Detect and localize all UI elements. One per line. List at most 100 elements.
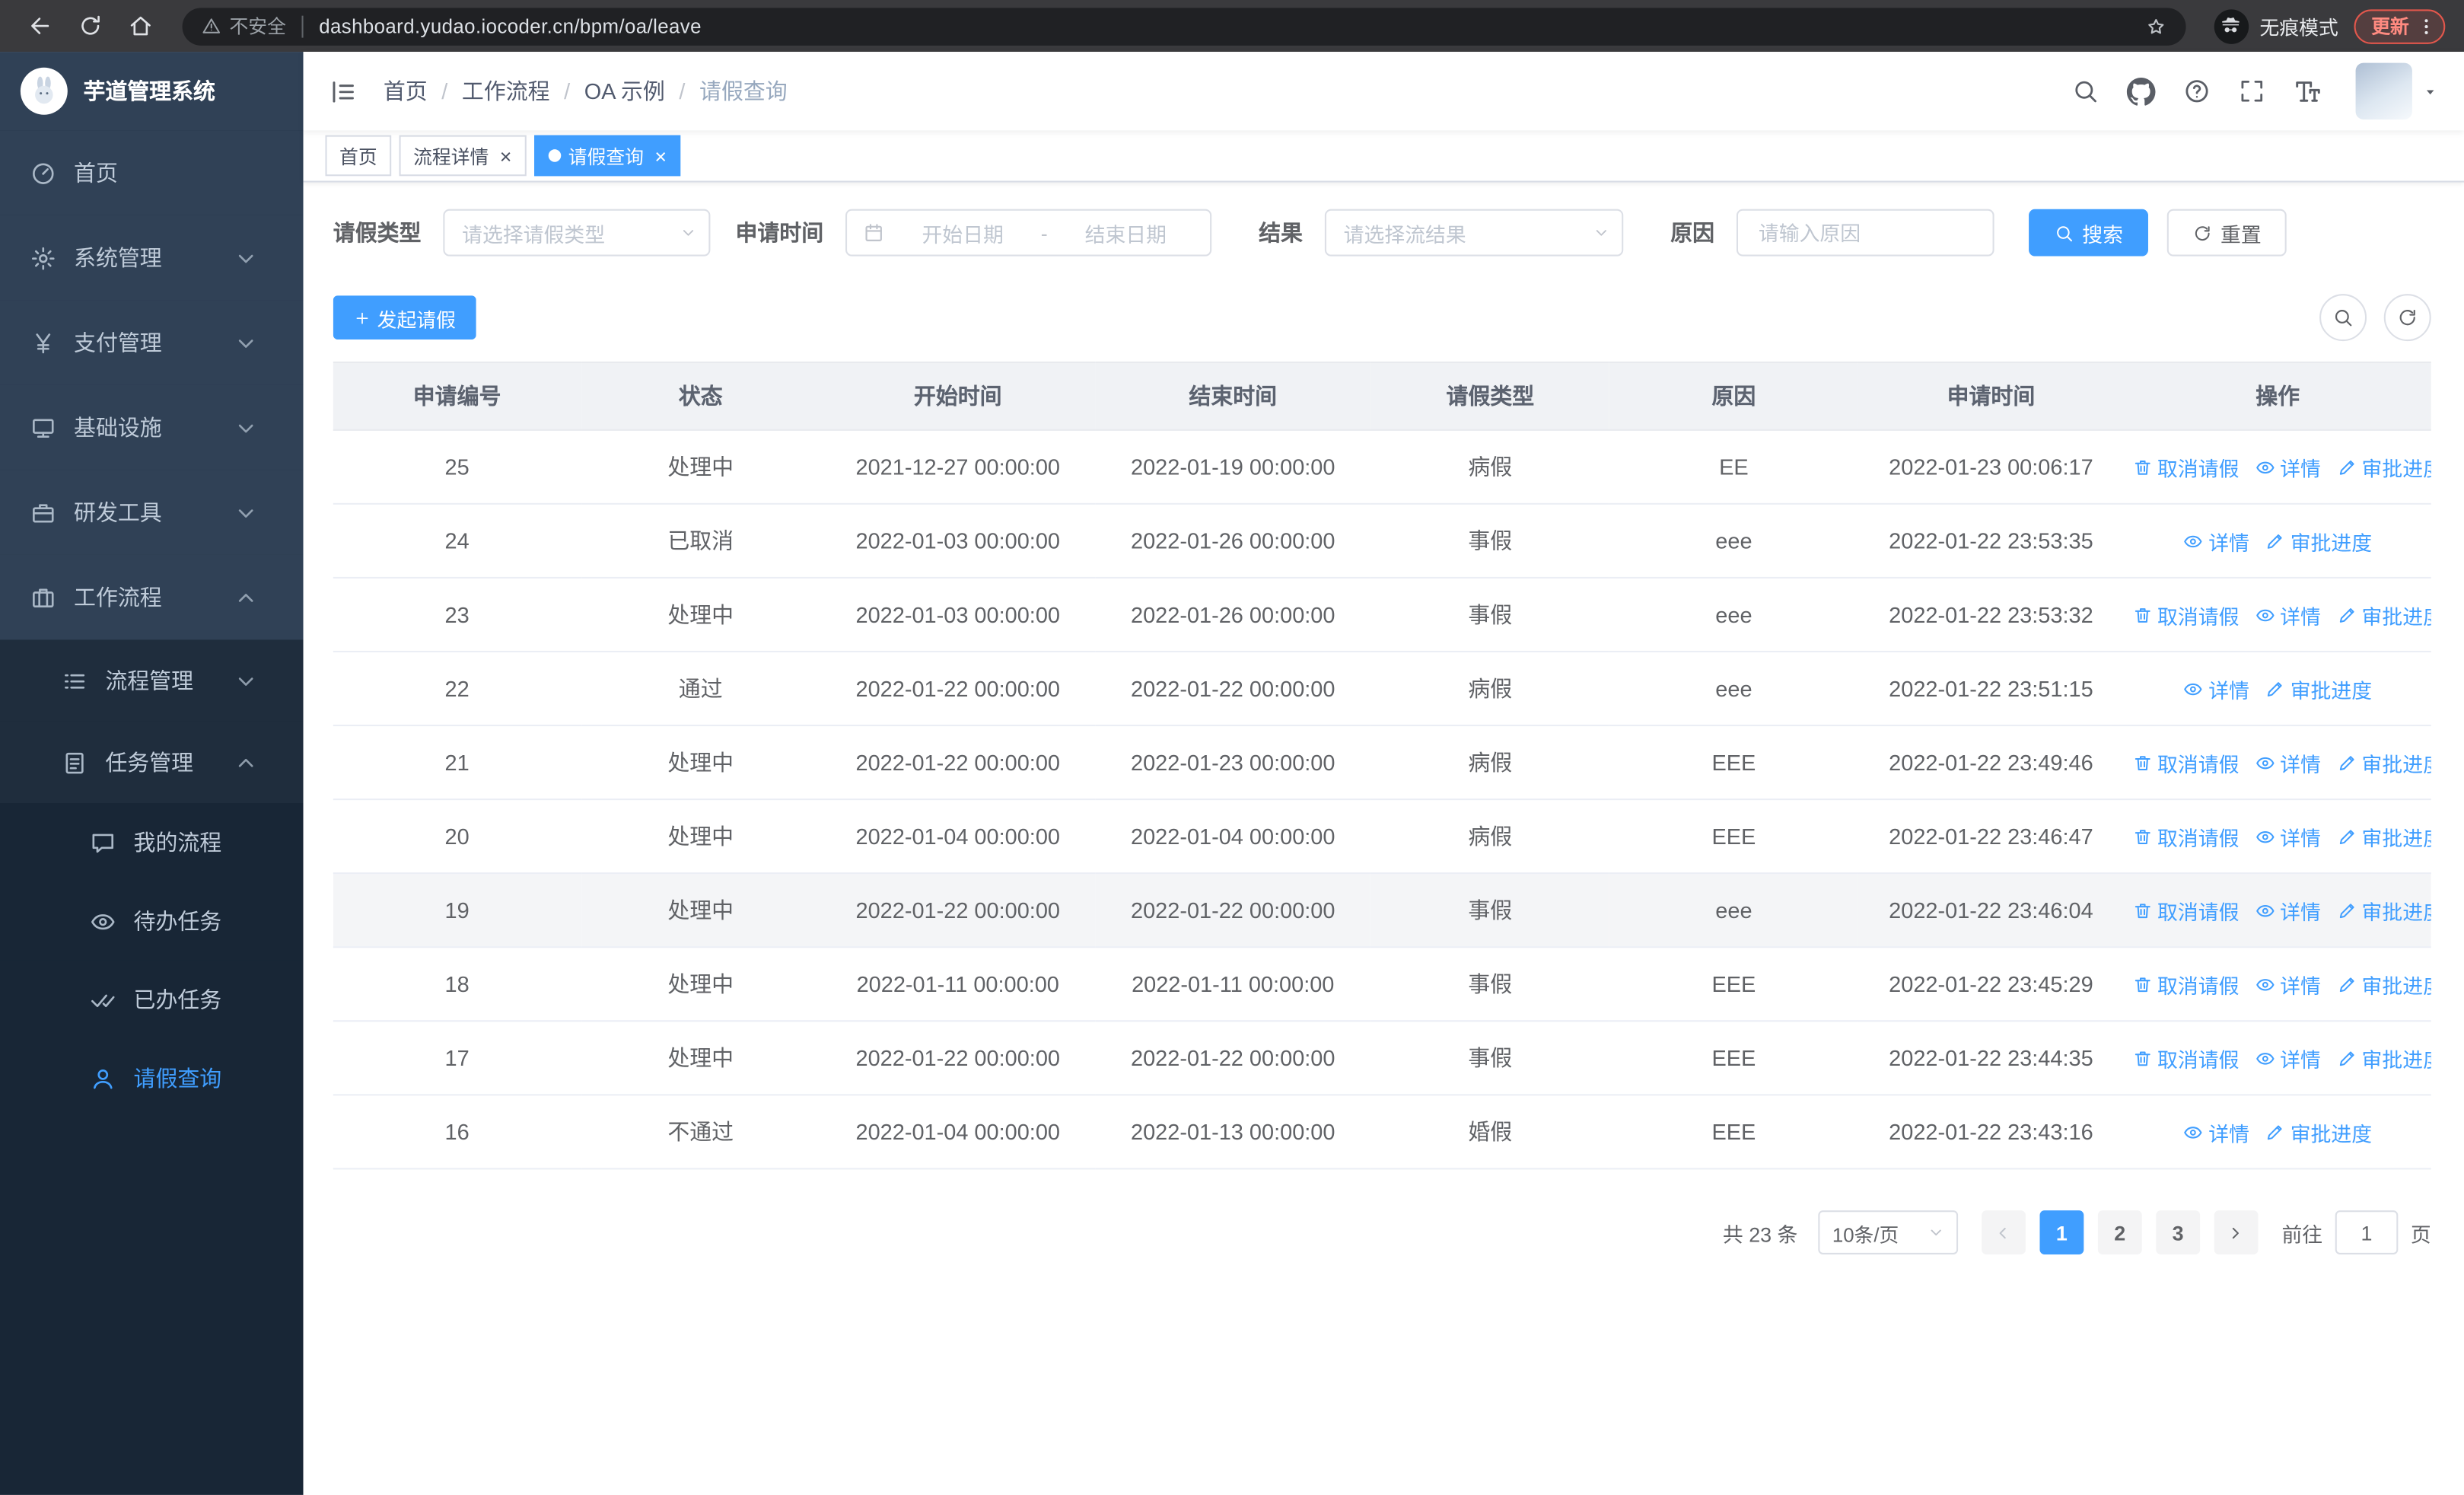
sidebar-item-process-mgmt[interactable]: 流程管理 [0,639,304,722]
tab-leave-query[interactable]: 请假查询 × [533,135,681,177]
approval-progress-link[interactable]: 审批进度 [2337,748,2431,777]
detail-link[interactable]: 详情 [2183,526,2249,556]
close-tab-icon[interactable]: × [654,145,667,166]
breadcrumb-item[interactable]: OA 示例 [584,75,665,107]
sidebar-item-devtools[interactable]: 研发工具 [0,470,304,555]
detail-link[interactable]: 详情 [2183,674,2249,703]
chevron-left-icon [1994,1222,2014,1243]
cancel-leave-link[interactable]: 取消请假 [2132,821,2239,851]
cancel-leave-link[interactable]: 取消请假 [2132,452,2239,482]
sidebar-item-task-mgmt[interactable]: 任务管理 [0,721,304,804]
sidebar-item-done-tasks[interactable]: 已办任务 [0,960,304,1040]
breadcrumb-item[interactable]: 首页 [384,75,428,107]
page-button-1[interactable]: 1 [2039,1210,2084,1254]
cell-status: 处理中 [581,947,821,1022]
approval-progress-link[interactable]: 审批进度 [2337,1043,2431,1073]
cancel-icon [2132,826,2153,846]
detail-link[interactable]: 详情 [2255,821,2321,851]
bookmark-star-icon[interactable] [2145,15,2167,37]
eye-icon [2183,1121,2204,1142]
app-logo [20,67,68,115]
divider [301,14,304,37]
avatar[interactable] [2355,62,2412,120]
cancel-icon [2132,457,2153,477]
sidebar-item-system[interactable]: 系统管理 [0,215,304,301]
detail-link[interactable]: 详情 [2255,1043,2321,1073]
leave-type-select[interactable]: 请选择请假类型 [443,209,711,257]
github-icon[interactable] [2126,76,2156,106]
detail-link[interactable]: 详情 [2183,1117,2249,1146]
cell-leave-type: 事假 [1370,1021,1610,1096]
prev-page-button[interactable] [1982,1210,2026,1254]
approval-progress-link[interactable]: 审批进度 [2265,526,2372,556]
detail-link[interactable]: 详情 [2255,895,2321,925]
cancel-leave-link[interactable]: 取消请假 [2132,969,2239,999]
help-icon[interactable] [2182,77,2211,105]
update-button[interactable]: 更新 [2354,8,2446,43]
browser-menu-dots-icon[interactable] [2415,15,2437,37]
home-button[interactable] [119,5,161,46]
sidebar-collapse-icon[interactable] [329,76,358,106]
sidebar-item-payment[interactable]: 支付管理 [0,300,304,385]
approval-progress-link[interactable]: 审批进度 [2337,452,2431,482]
cell-start-time: 2022-01-04 00:00:00 [820,799,1096,875]
cell-start-time: 2022-01-11 00:00:00 [820,947,1096,1022]
sidebar-item-home[interactable]: 首页 [0,130,304,215]
detail-link[interactable]: 详情 [2255,969,2321,999]
approval-progress-link[interactable]: 审批进度 [2265,674,2372,703]
cancel-leave-link[interactable]: 取消请假 [2132,748,2239,777]
approval-progress-link[interactable]: 审批进度 [2337,895,2431,925]
reload-button[interactable] [69,5,110,46]
sidebar-item-workflow[interactable]: 工作流程 [0,554,304,640]
sidebar-item-infra[interactable]: 基础设施 [0,384,304,470]
reset-button[interactable]: 重置 [2166,209,2287,257]
font-size-icon[interactable] [2293,76,2322,106]
tab-process-detail[interactable]: 流程详情 × [399,135,527,177]
create-leave-button[interactable]: 发起请假 [333,295,476,340]
cancel-leave-link[interactable]: 取消请假 [2132,895,2239,925]
approval-progress-link[interactable]: 审批进度 [2337,821,2431,851]
sidebar-item-todo-tasks[interactable]: 待办任务 [0,881,304,961]
table-row: 18 处理中 2022-01-11 00:00:00 2022-01-11 00:00… [333,947,2431,1022]
toggle-search-button[interactable] [2319,294,2367,342]
breadcrumb-item[interactable]: 工作流程 [462,75,550,107]
apply-time-range[interactable]: 开始日期 - 结束日期 [845,209,1212,257]
detail-link[interactable]: 详情 [2255,748,2321,777]
edit-icon [2337,457,2357,477]
result-select[interactable]: 请选择流结果 [1324,209,1624,257]
refresh-table-button[interactable] [2383,294,2431,342]
user-menu[interactable] [2355,62,2439,120]
header-search-icon[interactable] [2071,77,2099,105]
page-size-select[interactable]: 10条/页 [1818,1210,1959,1254]
url-bar[interactable]: 不安全 dashboard.yudao.iocoder.cn/bpm/oa/le… [182,7,2186,45]
url-text: dashboard.yudao.iocoder.cn/bpm/oa/leave [319,14,702,37]
tab-home[interactable]: 首页 [325,135,392,177]
app-logo-row[interactable]: 芋道管理系统 [0,52,304,131]
cell-apply-time: 2022-01-22 23:51:15 [1858,651,2125,727]
goto-page-input[interactable] [2335,1210,2399,1254]
sidebar-item-my-process[interactable]: 我的流程 [0,803,304,882]
sidebar-item-leave-query[interactable]: 请假查询 [0,1039,304,1118]
detail-link[interactable]: 详情 [2255,452,2321,482]
security-chip[interactable]: 不安全 [201,13,286,40]
edit-icon [2337,604,2357,625]
range-separator: - [1040,221,1048,245]
cell-status: 处理中 [581,725,821,801]
goto-page: 前往 页 [2281,1210,2431,1254]
detail-link[interactable]: 详情 [2255,600,2321,630]
cancel-leave-link[interactable]: 取消请假 [2132,600,2239,630]
cancel-leave-link[interactable]: 取消请假 [2132,1043,2239,1073]
reason-input[interactable] [1755,219,1975,247]
warning-icon [201,16,221,37]
fullscreen-icon[interactable] [2238,77,2266,105]
approval-progress-link[interactable]: 审批进度 [2337,969,2431,999]
cell-start-time: 2022-01-04 00:00:00 [820,1095,1096,1170]
page-button-3[interactable]: 3 [2156,1210,2201,1254]
approval-progress-link[interactable]: 审批进度 [2337,600,2431,630]
approval-progress-link[interactable]: 审批进度 [2265,1117,2372,1146]
close-tab-icon[interactable]: × [500,145,512,166]
back-button[interactable] [19,5,60,46]
page-button-2[interactable]: 2 [2097,1210,2142,1254]
search-button[interactable]: 搜索 [2029,209,2149,257]
next-page-button[interactable] [2214,1210,2259,1254]
